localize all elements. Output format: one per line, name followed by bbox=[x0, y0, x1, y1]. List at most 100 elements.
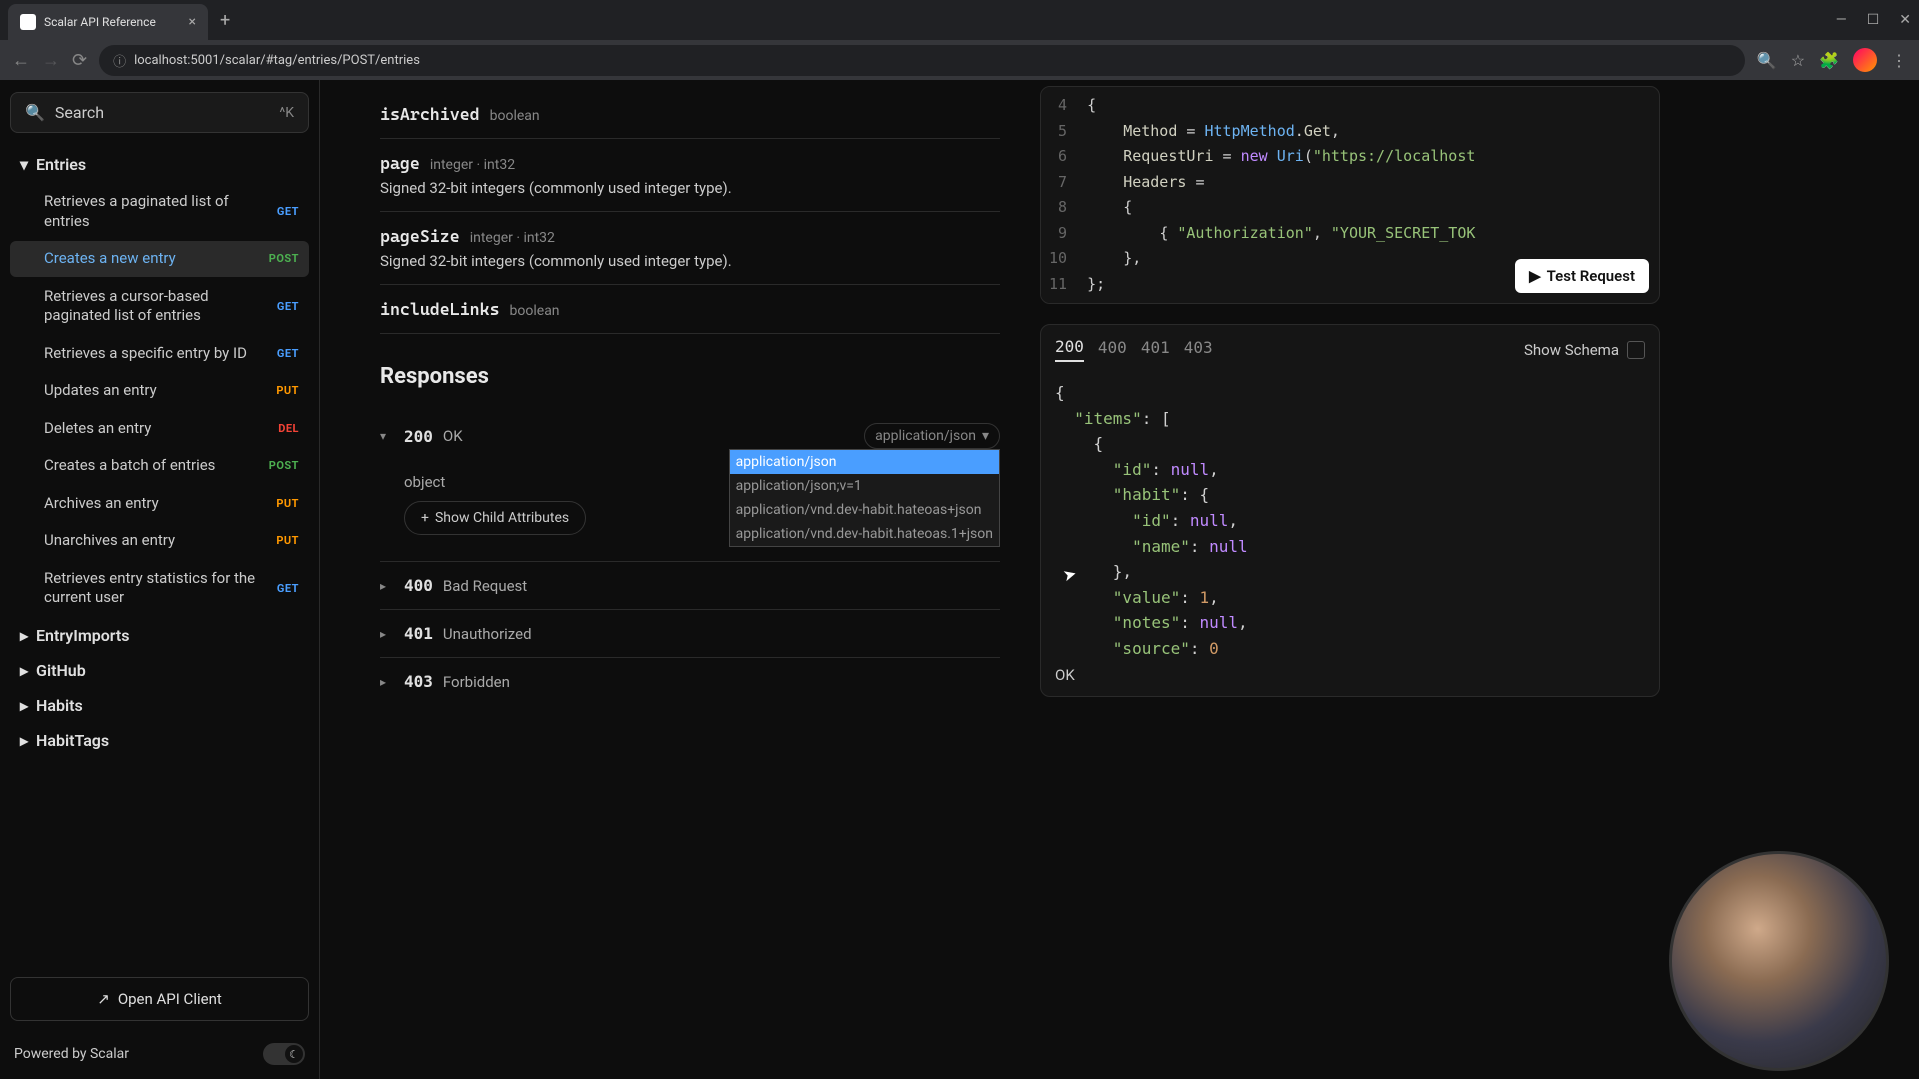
sidebar-item[interactable]: Deletes an entry DEL bbox=[10, 411, 309, 447]
method-badge: GET bbox=[269, 205, 299, 218]
chevron-right-icon: ▸ bbox=[380, 675, 394, 689]
profile-avatar[interactable] bbox=[1853, 48, 1877, 72]
bookmark-icon[interactable]: ☆ bbox=[1791, 51, 1805, 70]
sidebar-item-label: Creates a new entry bbox=[44, 249, 176, 269]
response-400[interactable]: ▸ 400 Bad Request bbox=[380, 562, 1000, 610]
webcam-overlay bbox=[1669, 851, 1889, 1071]
parameter-row: isArchived boolean bbox=[380, 90, 1000, 139]
method-badge: DEL bbox=[270, 422, 299, 435]
response-status-label: OK bbox=[1041, 654, 1659, 696]
search-input[interactable]: 🔍 Search ^K bbox=[10, 92, 309, 133]
search-icon: 🔍 bbox=[25, 103, 45, 122]
dropdown-option[interactable]: application/json;v=1 bbox=[730, 474, 999, 498]
sidebar-item[interactable]: Retrieves a paginated list of entriesGET bbox=[10, 184, 309, 239]
sidebar-section-github[interactable]: ▸ GitHub bbox=[10, 653, 309, 688]
param-type: integer · int32 bbox=[430, 157, 515, 173]
param-type: boolean bbox=[490, 108, 540, 124]
response-tab[interactable]: 200 bbox=[1055, 337, 1084, 362]
sidebar-item[interactable]: Archives an entry PUT bbox=[10, 486, 309, 522]
sidebar-item[interactable]: Retrieves a specific entry by IDGET bbox=[10, 336, 309, 372]
content-type-select[interactable]: application/json ▾ bbox=[864, 423, 1000, 449]
method-badge: PUT bbox=[268, 534, 299, 547]
response-tab[interactable]: 401 bbox=[1141, 338, 1170, 361]
sidebar-item-label: Retrieves a paginated list of entries bbox=[44, 192, 269, 231]
content-type-dropdown: application/jsonapplication/json;v=1appl… bbox=[729, 449, 1000, 547]
chevron-right-icon: ▸ bbox=[20, 731, 28, 750]
menu-icon[interactable]: ⋮ bbox=[1891, 51, 1907, 70]
sidebar-item-label: Creates a batch of entries bbox=[44, 456, 215, 476]
close-window-icon[interactable]: ✕ bbox=[1899, 12, 1911, 28]
sidebar-item[interactable]: Retrieves a cursor-based paginated list … bbox=[10, 279, 309, 334]
response-200[interactable]: ▾ 200 OK application/json ▾ application/… bbox=[380, 409, 1000, 463]
chevron-right-icon: ▸ bbox=[380, 627, 394, 641]
sidebar-item[interactable]: Creates a batch of entriesPOST bbox=[10, 448, 309, 484]
response-example-card: 200400401403 Show Schema { "items": [ { … bbox=[1040, 324, 1660, 697]
test-request-button[interactable]: ▶ Test Request bbox=[1515, 259, 1649, 293]
moon-icon: ☾ bbox=[285, 1045, 303, 1063]
forward-button[interactable]: → bbox=[42, 50, 60, 71]
method-badge: POST bbox=[261, 252, 299, 265]
url-bar[interactable]: ⓘ localhost:5001/scalar/#tag/entries/POS… bbox=[99, 45, 1745, 76]
site-info-icon[interactable]: ⓘ bbox=[113, 51, 126, 70]
sidebar-section-habittags[interactable]: ▸ HabitTags bbox=[10, 723, 309, 758]
show-child-attributes-button[interactable]: + Show Child Attributes bbox=[404, 501, 586, 535]
maximize-icon[interactable]: ☐ bbox=[1867, 12, 1880, 28]
sidebar-item-label: Retrieves a specific entry by ID bbox=[44, 344, 247, 364]
response-403[interactable]: ▸ 403 Forbidden bbox=[380, 658, 1000, 705]
param-description: Signed 32-bit integers (commonly used in… bbox=[380, 252, 1000, 270]
sidebar-section-habits[interactable]: ▸ Habits bbox=[10, 688, 309, 723]
sidebar: 🔍 Search ^K ▾ Entries Retrieves a pagina… bbox=[0, 80, 320, 1079]
browser-tab[interactable]: Scalar API Reference × bbox=[8, 4, 208, 40]
method-badge: GET bbox=[269, 582, 299, 595]
param-type: integer · int32 bbox=[470, 230, 555, 246]
response-401[interactable]: ▸ 401 Unauthorized bbox=[380, 610, 1000, 658]
extensions-icon[interactable]: 🧩 bbox=[1819, 51, 1839, 70]
dropdown-option[interactable]: application/json bbox=[730, 450, 999, 474]
param-type: boolean bbox=[510, 303, 560, 319]
response-tab[interactable]: 403 bbox=[1184, 338, 1213, 361]
sidebar-item-label: Archives an entry bbox=[44, 494, 159, 514]
sidebar-item[interactable]: Creates a new entry POST bbox=[10, 241, 309, 277]
sidebar-item-label: Deletes an entry bbox=[44, 419, 151, 439]
chevron-right-icon: ▸ bbox=[20, 661, 28, 680]
tab-title: Scalar API Reference bbox=[44, 15, 156, 29]
param-name: includeLinks bbox=[380, 299, 500, 319]
param-description: Signed 32-bit integers (commonly used in… bbox=[380, 179, 1000, 197]
close-icon[interactable]: × bbox=[189, 14, 196, 30]
sidebar-item-label: Updates an entry bbox=[44, 381, 157, 401]
zoom-icon[interactable]: 🔍 bbox=[1757, 51, 1777, 70]
chevron-right-icon: ▸ bbox=[20, 696, 28, 715]
show-schema-checkbox[interactable] bbox=[1627, 341, 1645, 359]
sidebar-item[interactable]: Retrieves entry statistics for the curre… bbox=[10, 561, 309, 616]
dropdown-option[interactable]: application/vnd.dev-habit.hateoas.1+json bbox=[730, 522, 999, 546]
param-name: isArchived bbox=[380, 104, 480, 124]
sidebar-section-entries[interactable]: ▾ Entries bbox=[10, 147, 309, 182]
open-api-client-button[interactable]: ↗ Open API Client bbox=[10, 977, 309, 1021]
method-badge: PUT bbox=[268, 497, 299, 510]
search-kbd: ^K bbox=[279, 105, 294, 121]
method-badge: GET bbox=[269, 300, 299, 313]
method-badge: PUT bbox=[268, 384, 299, 397]
plus-icon: + bbox=[421, 510, 429, 526]
chevron-down-icon: ▾ bbox=[380, 429, 394, 443]
url-text: localhost:5001/scalar/#tag/entries/POST/… bbox=[134, 53, 420, 68]
reload-button[interactable]: ⟳ bbox=[72, 50, 87, 71]
sidebar-item-label: Unarchives an entry bbox=[44, 531, 175, 551]
back-button[interactable]: ← bbox=[12, 50, 30, 71]
parameter-row: includeLinks boolean bbox=[380, 285, 1000, 334]
chevron-down-icon: ▾ bbox=[20, 155, 28, 174]
theme-toggle[interactable]: ☾ bbox=[263, 1043, 305, 1065]
dropdown-option[interactable]: application/vnd.dev-habit.hateoas+json bbox=[730, 498, 999, 522]
sidebar-item[interactable]: Unarchives an entry PUT bbox=[10, 523, 309, 559]
param-name: page bbox=[380, 153, 420, 173]
external-link-icon: ↗ bbox=[97, 990, 110, 1008]
chevron-right-icon: ▸ bbox=[380, 579, 394, 593]
sidebar-item[interactable]: Updates an entry PUT bbox=[10, 373, 309, 409]
sidebar-section-entryimports[interactable]: ▸ EntryImports bbox=[10, 618, 309, 653]
response-tab[interactable]: 400 bbox=[1098, 338, 1127, 361]
new-tab-button[interactable]: + bbox=[220, 10, 230, 31]
search-placeholder: Search bbox=[55, 103, 269, 122]
powered-by-label: Powered by Scalar bbox=[14, 1046, 129, 1062]
favicon-icon bbox=[20, 14, 36, 30]
minimize-icon[interactable]: — bbox=[1836, 12, 1847, 28]
